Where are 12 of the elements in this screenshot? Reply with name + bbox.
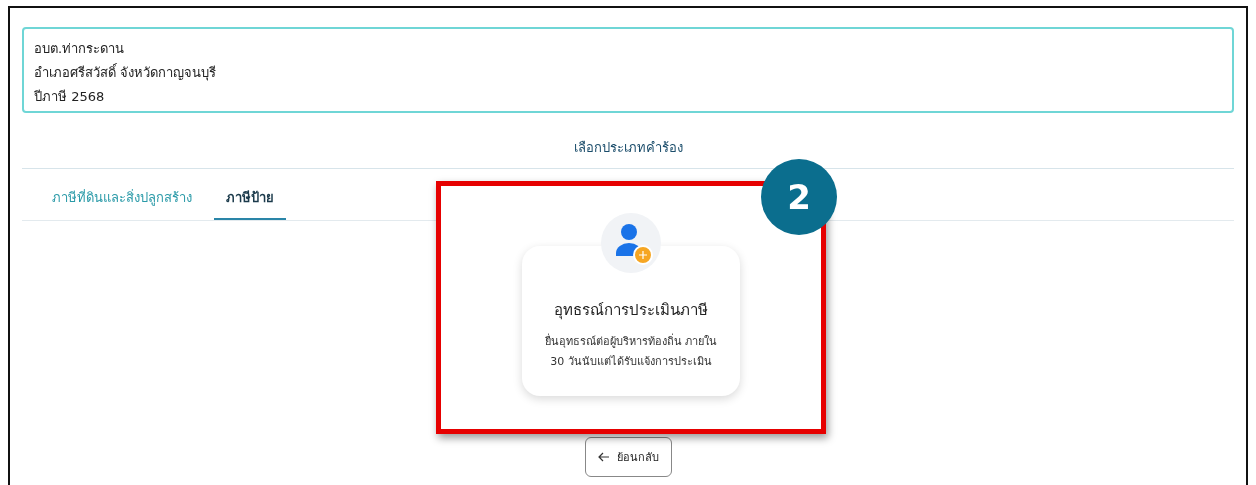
tab[interactable]: ภาษีที่ดินและสิ่งปลูกสร้าง	[40, 181, 204, 220]
arrow-left-icon	[597, 452, 610, 462]
info-text: อำเภอศรีสวัสดิ์ จังหวัดกาญจนบุรี	[34, 62, 218, 83]
info-text: ปีภาษี 2568	[34, 88, 106, 106]
tab[interactable]: ภาษีป้าย	[214, 181, 286, 220]
card-title: อุทธรณ์การประเมินภาษี	[554, 300, 708, 322]
back-button[interactable]: ย้อนกลับ	[584, 437, 672, 477]
info-text: อบต.ท่ากระดาน	[34, 40, 126, 58]
step-badge: 2	[761, 159, 837, 235]
section-title: เลือกประเภทคำร้อง	[573, 139, 683, 157]
option-card[interactable]: อุทธรณ์การประเมินภาษี ยื่นอุทธรณ์ต่อผู้บริหารท้องถิ่น ภายใน 30 วันนับแต่ได้รับแจ้งการประเมิน	[522, 246, 740, 396]
card-description: ยื่นอุทธรณ์ต่อผู้บริหารท้องถิ่น ภายใน 30 วันนับแต่ได้รับแจ้งการประเมิน	[543, 332, 719, 370]
